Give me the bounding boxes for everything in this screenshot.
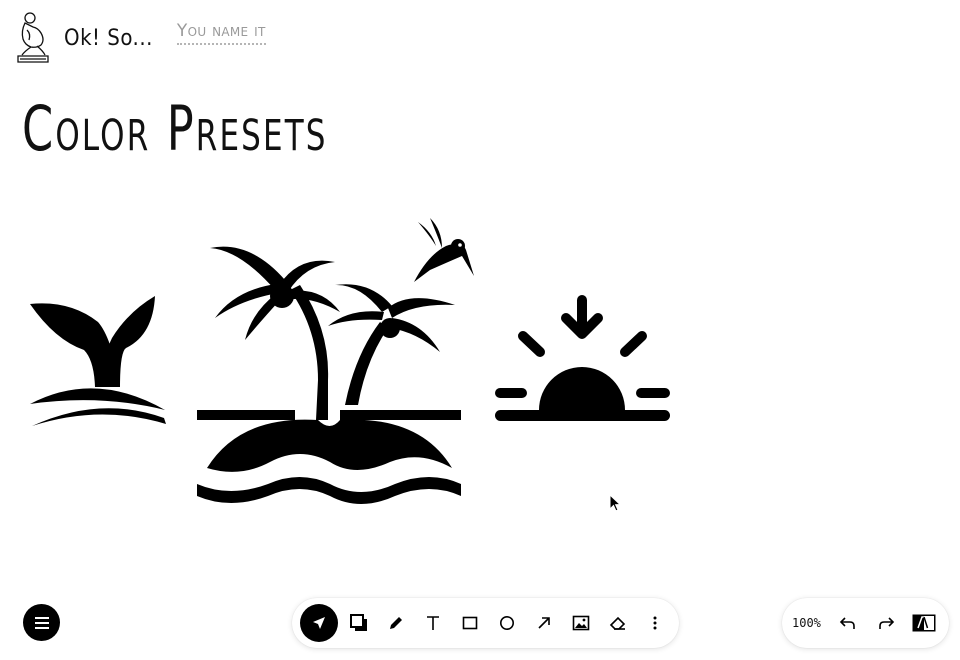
main-menu-button[interactable] [23,604,60,641]
undo-button[interactable] [833,608,863,638]
arrow-tool-button[interactable] [527,604,560,642]
text-tool-button[interactable] [416,604,449,642]
eraser-tool-button[interactable] [601,604,634,642]
theme-toggle-button[interactable] [909,608,939,638]
palm-island-icon[interactable] [197,246,461,504]
image-tool-button[interactable] [564,604,597,642]
pencil-icon [389,617,402,629]
circle-icon [499,616,514,630]
theme-toggle-icon [912,614,936,632]
zoom-history-bar: 100% [782,598,949,648]
image-icon [572,615,589,631]
more-options-button[interactable] [638,604,671,642]
sunset-icon[interactable] [495,295,670,421]
rectangle-icon [462,616,477,630]
tools-toolbar [292,598,679,648]
select-tool-button[interactable] [300,604,338,642]
arrow-icon [537,617,550,629]
zoom-level[interactable]: 100% [792,616,821,630]
hamburger-menu-icon [34,616,49,629]
redo-button[interactable] [871,608,901,638]
arrow-pointer-icon [313,617,325,629]
more-vertical-icon [653,616,656,630]
redo-icon [879,617,895,629]
text-icon [426,616,439,630]
eraser-icon [609,616,625,630]
color-swatch-icon [349,614,367,631]
hummingbird-icon[interactable] [414,218,474,282]
undo-icon [839,617,855,629]
rectangle-tool-button[interactable] [453,604,486,642]
mouse-cursor-icon [609,494,622,512]
whale-tail-icon[interactable] [30,296,166,426]
color-tool-button[interactable] [342,604,375,642]
ellipse-tool-button[interactable] [490,604,523,642]
drawing-canvas[interactable] [0,0,960,560]
pen-tool-button[interactable] [379,604,412,642]
